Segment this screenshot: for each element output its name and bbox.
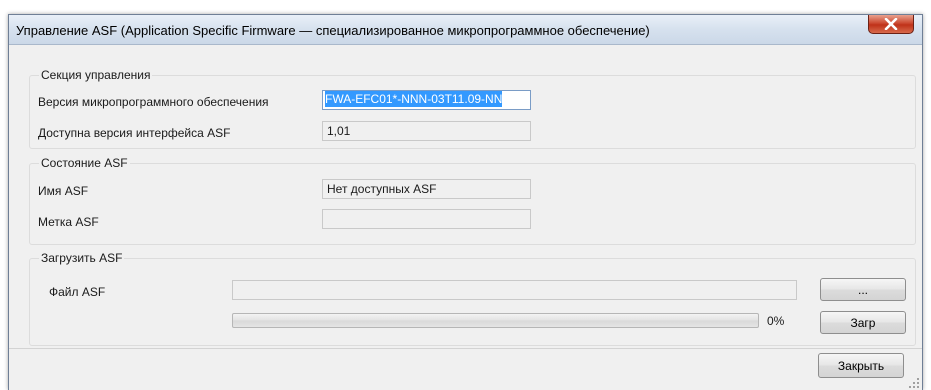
asf-state-label: Состояние ASF xyxy=(39,156,130,170)
asf-management-dialog: Управление ASF (Application Specific Fir… xyxy=(8,14,923,390)
asf-tag-field xyxy=(322,209,531,229)
title-bar[interactable]: Управление ASF (Application Specific Fir… xyxy=(9,15,922,45)
load-asf-button[interactable]: Загр xyxy=(820,311,906,334)
asf-name-field: Нет доступных ASF xyxy=(322,179,531,199)
browse-file-button[interactable]: ... xyxy=(820,278,906,301)
firmware-version-field[interactable]: FWA-EFC01*-NNN-03T11.09-NN xyxy=(322,90,531,110)
firmware-version-label: Версия микропрограммного обеспечения xyxy=(38,95,269,109)
firmware-version-value: FWA-EFC01*-NNN-03T11.09-NN xyxy=(325,91,503,107)
status-bar: Закрыть xyxy=(9,348,922,390)
control-section-label: Секция управления xyxy=(39,68,153,82)
asf-file-field[interactable] xyxy=(232,280,797,300)
resize-grip-icon[interactable] xyxy=(908,377,920,389)
asf-file-label: Файл ASF xyxy=(49,285,106,299)
progress-percent-text: 0% xyxy=(767,314,785,328)
close-dialog-button[interactable]: Закрыть xyxy=(818,353,904,378)
load-asf-label: Загрузить ASF xyxy=(39,251,125,265)
asf-tag-label: Метка ASF xyxy=(38,215,99,229)
load-progress-bar xyxy=(232,313,759,328)
asf-state-group: Состояние ASF xyxy=(29,156,916,245)
close-window-button[interactable] xyxy=(868,15,914,34)
load-asf-group: Загрузить ASF xyxy=(29,251,916,346)
interface-version-label: Доступна версия интерфейса ASF xyxy=(38,126,231,140)
window-title: Управление ASF (Application Specific Fir… xyxy=(16,23,650,38)
close-x-icon xyxy=(884,18,898,30)
asf-name-label: Имя ASF xyxy=(38,184,89,198)
interface-version-field: 1,01 xyxy=(322,121,531,141)
